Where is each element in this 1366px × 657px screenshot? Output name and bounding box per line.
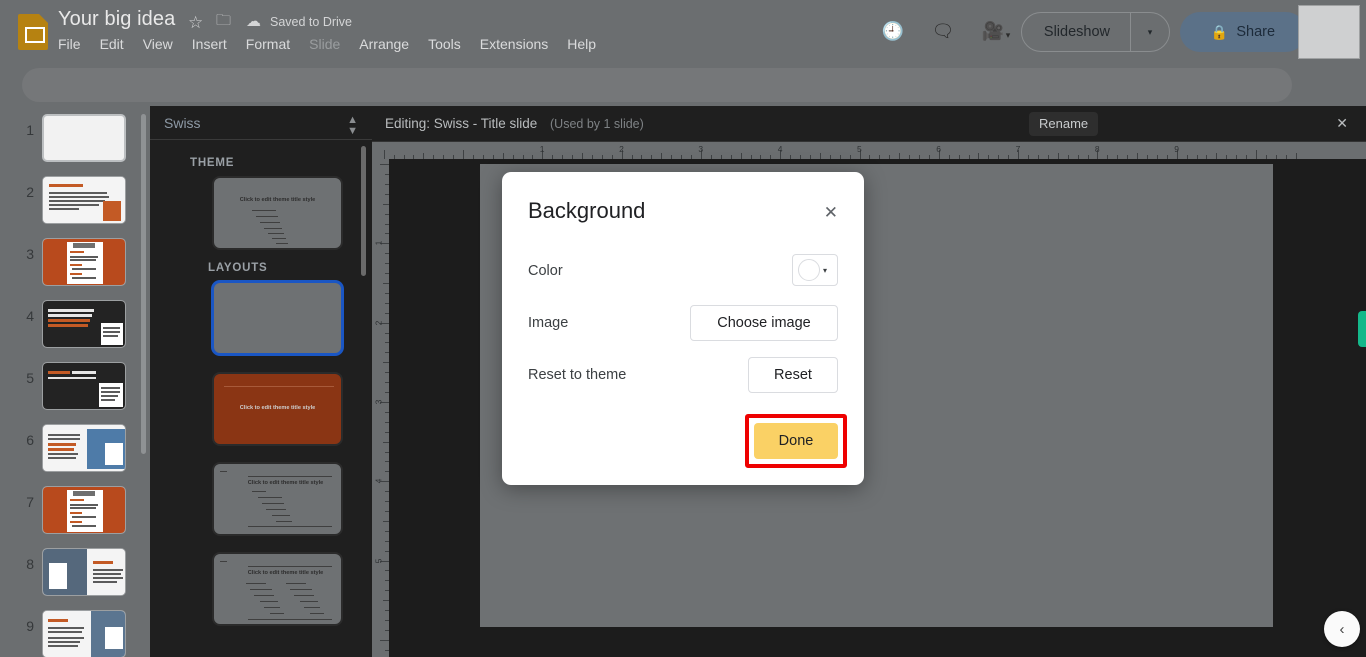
filmstrip-slide-1[interactable]: 1 bbox=[0, 114, 150, 176]
menu-file[interactable]: File bbox=[58, 36, 81, 52]
save-status-text: Saved to Drive bbox=[270, 15, 352, 29]
image-row: Image Choose image bbox=[528, 305, 838, 341]
dialog-title: Background bbox=[528, 198, 646, 223]
editing-label: Editing: Swiss - Title slide bbox=[385, 116, 538, 131]
menu-tools[interactable]: Tools bbox=[428, 36, 461, 52]
close-icon[interactable]: ✕ bbox=[824, 204, 838, 221]
usage-label: (Used by 1 slide) bbox=[550, 117, 644, 131]
filmstrip-scrollbar[interactable] bbox=[141, 114, 146, 454]
color-circle-icon bbox=[798, 259, 820, 281]
rename-button[interactable]: Rename bbox=[1029, 112, 1099, 136]
share-label: Share bbox=[1236, 24, 1276, 40]
slide-number: 8 bbox=[26, 556, 34, 572]
close-icon[interactable]: ✕ bbox=[1336, 116, 1348, 130]
theme-section-label: THEME bbox=[190, 157, 235, 169]
theme-name: Swiss bbox=[164, 115, 201, 131]
theme-panel-body: THEME Click to edit theme title style LA… bbox=[150, 140, 372, 657]
slide-thumbnail[interactable] bbox=[42, 238, 126, 286]
menu-arrange[interactable]: Arrange bbox=[359, 36, 409, 52]
avatar[interactable] bbox=[1298, 5, 1360, 59]
layout-card-two-columns[interactable]: Click to edit theme title style bbox=[212, 552, 343, 626]
slide-number: 4 bbox=[26, 308, 34, 324]
filmstrip-slide-7[interactable]: 7 bbox=[0, 486, 150, 548]
theme-panel-scrollbar[interactable] bbox=[361, 146, 366, 276]
slide-thumbnail[interactable] bbox=[42, 486, 126, 534]
slide-number: 6 bbox=[26, 432, 34, 448]
layout-title-text: Click to edit theme title style bbox=[239, 405, 316, 411]
menu-insert[interactable]: Insert bbox=[192, 36, 227, 52]
menu-view[interactable]: View bbox=[143, 36, 173, 52]
menu-edit[interactable]: Edit bbox=[100, 36, 124, 52]
done-button[interactable]: Done bbox=[754, 423, 838, 459]
image-label: Image bbox=[528, 315, 569, 331]
theme-master-card[interactable]: Click to edit theme title style bbox=[212, 176, 343, 250]
slide-thumbnail[interactable] bbox=[42, 114, 126, 162]
cloud-saved-icon: ☁ bbox=[246, 13, 261, 30]
horizontal-ruler: 123456789 bbox=[372, 142, 1366, 159]
filmstrip-slide-3[interactable]: 3 bbox=[0, 238, 150, 300]
slideshow-group: Slideshow ▾ bbox=[1020, 12, 1170, 52]
filmstrip-slide-4[interactable]: 4 bbox=[0, 300, 150, 362]
comment-icon[interactable]: 🗨 bbox=[930, 18, 956, 44]
slideshow-caret-icon[interactable]: ▾ bbox=[1131, 27, 1169, 38]
filmstrip-slide-5[interactable]: 5 bbox=[0, 362, 150, 424]
move-to-folder-icon[interactable]: 🗀 bbox=[216, 13, 231, 28]
slide-thumbnail[interactable] bbox=[42, 362, 126, 410]
slide-filmstrip[interactable]: 1 2 3 4 5 6 7 8 9 bbox=[0, 106, 150, 657]
theme-builder-panel: Swiss ▲ ▼ THEME Click to edit theme title… bbox=[150, 106, 372, 657]
layouts-section-label: LAYOUTS bbox=[208, 262, 268, 274]
layout-title-text: Click to edit theme title style bbox=[247, 480, 324, 486]
menu-extensions[interactable]: Extensions bbox=[480, 36, 548, 52]
version-history-icon[interactable]: 🕘 bbox=[880, 18, 906, 44]
layout-card-blank[interactable] bbox=[212, 281, 343, 355]
slide-thumbnail[interactable] bbox=[42, 610, 126, 657]
slide-number: 9 bbox=[26, 618, 34, 634]
filmstrip-slide-2[interactable]: 2 bbox=[0, 176, 150, 238]
reset-row: Reset to theme Reset bbox=[528, 357, 838, 393]
menu-bar: File Edit View Insert Format Slide Arran… bbox=[58, 36, 596, 52]
filmstrip-slide-6[interactable]: 6 bbox=[0, 424, 150, 486]
slide-thumbnail[interactable] bbox=[42, 424, 126, 472]
slide-number: 7 bbox=[26, 494, 34, 510]
slides-logo-icon bbox=[18, 14, 48, 50]
choose-image-button[interactable]: Choose image bbox=[690, 305, 838, 341]
star-icon[interactable]: ☆ bbox=[188, 14, 203, 31]
color-swatch-button[interactable]: ▾ bbox=[792, 254, 838, 286]
layout-title-text: Click to edit theme title style bbox=[247, 570, 324, 576]
color-row: Color ▾ bbox=[528, 254, 838, 288]
slide-number: 2 bbox=[26, 184, 34, 200]
toolbar-background bbox=[22, 68, 1292, 102]
reset-to-theme-label: Reset to theme bbox=[528, 367, 627, 383]
document-title[interactable]: Your big idea bbox=[58, 8, 175, 31]
chevron-left-icon[interactable]: ‹ bbox=[1324, 611, 1360, 647]
app-header: Your big idea ☆ 🗀 ☁ Saved to Drive File … bbox=[0, 0, 1366, 64]
menu-help[interactable]: Help bbox=[567, 36, 596, 52]
master-editing-bar: Editing: Swiss - Title slide (Used by 1 … bbox=[372, 106, 1366, 142]
color-label: Color bbox=[528, 263, 563, 279]
slide-thumbnail[interactable] bbox=[42, 300, 126, 348]
sort-updown-icon[interactable]: ▲ ▼ bbox=[347, 115, 358, 137]
main-toolbar: +▾↶↷⎙⌷⌕▾➤⬚▾▣▾◑╲▾▣ Background 🎨 Colors ⌃ bbox=[0, 64, 1366, 161]
layout-card-title-body[interactable]: Click to edit theme title style bbox=[212, 462, 343, 536]
vertical-ruler: 12345 bbox=[372, 159, 389, 657]
theme-card-title: Click to edit theme title style bbox=[239, 197, 316, 203]
slide-number: 3 bbox=[26, 246, 34, 262]
filmstrip-slide-9[interactable]: 9 bbox=[0, 610, 150, 657]
share-button[interactable]: 🔒 Share bbox=[1180, 12, 1306, 52]
slideshow-button[interactable]: Slideshow bbox=[1022, 13, 1130, 51]
slide-number: 1 bbox=[26, 122, 34, 138]
slide-number: 5 bbox=[26, 370, 34, 386]
explore-tab[interactable] bbox=[1358, 311, 1366, 347]
menu-slide[interactable]: Slide bbox=[309, 36, 340, 52]
layout-card-title-slide[interactable]: Click to edit theme title style bbox=[212, 372, 343, 446]
slide-thumbnail[interactable] bbox=[42, 548, 126, 596]
filmstrip-slide-8[interactable]: 8 bbox=[0, 548, 150, 610]
chevron-down-icon: ▾ bbox=[823, 265, 828, 275]
slide-thumbnail[interactable] bbox=[42, 176, 126, 224]
lock-icon: 🔒 bbox=[1210, 23, 1229, 40]
menu-format[interactable]: Format bbox=[246, 36, 290, 52]
meet-caret-icon[interactable]: ▾ bbox=[995, 22, 1021, 48]
theme-panel-header: Swiss ▲ ▼ bbox=[150, 106, 372, 140]
reset-button[interactable]: Reset bbox=[748, 357, 838, 393]
